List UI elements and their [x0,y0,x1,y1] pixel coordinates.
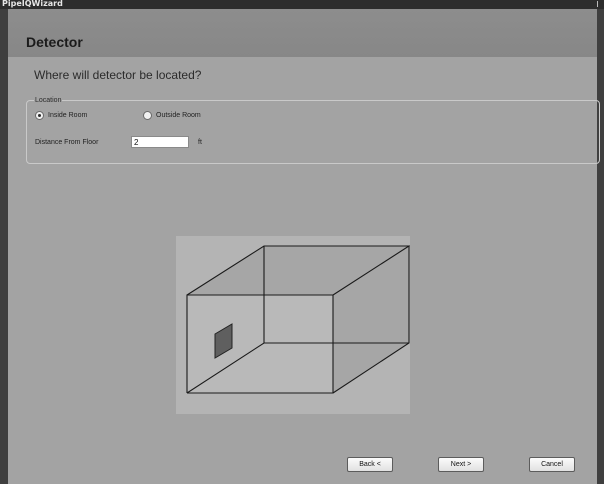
title-bar: PipeIQWizard [0,0,604,9]
outside-room-label: Outside Room [156,112,201,119]
radio-unselected-icon [143,111,152,120]
page-title: Detector [26,34,83,50]
question-text: Where will detector be located? [34,68,202,82]
location-group: Location Inside Room Outside Room Distan… [26,97,600,164]
inside-room-radio[interactable]: Inside Room [35,111,87,120]
distance-unit-label: ft [198,139,202,146]
distance-from-floor-input[interactable] [131,136,189,148]
radio-selected-icon [35,111,44,120]
window-control-button[interactable] [597,1,602,7]
wizard-content: Where will detector be located? Location… [8,57,600,484]
window-frame-left [0,9,8,484]
inside-room-label: Inside Room [48,112,88,119]
window-title: PipeIQWizard [2,0,63,8]
outside-room-radio[interactable]: Outside Room [143,111,201,120]
next-button[interactable]: Next > [438,457,484,472]
page-header: Detector [8,9,597,57]
location-legend: Location [34,97,63,104]
window-frame-right [597,9,604,484]
distance-from-floor-label: Distance From Floor [35,139,99,146]
room-diagram [176,236,410,414]
back-button[interactable]: Back < [347,457,393,472]
cancel-button[interactable]: Cancel [529,457,575,472]
